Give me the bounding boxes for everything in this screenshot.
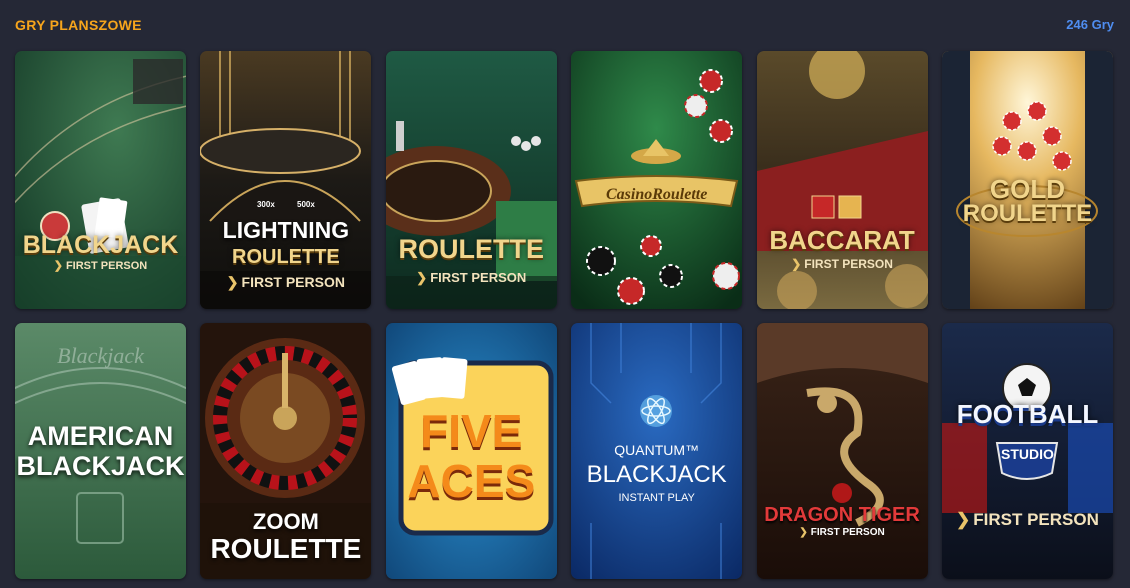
game-tile-dragon-tiger-first-person[interactable]: DRAGON TIGER ❯ FIRST PERSON: [756, 323, 928, 579]
lightning-roulette-artwork: [200, 51, 372, 309]
section-header: GRY PLANSZOWE 246 Gry: [0, 0, 1130, 50]
game-tile-gold-roulette[interactable]: GOLD ROULETTE: [941, 51, 1113, 309]
game-subtitle: ❯ FIRST PERSON: [799, 527, 885, 538]
game-subtitle: ❯ FIRST PERSON: [791, 257, 893, 271]
section-title: GRY PLANSZOWE: [15, 17, 142, 33]
game-tile-roulette-first-person[interactable]: ROULETTE ❯ FIRST PERSON: [385, 51, 557, 309]
game-subtitle: INSTANT PLAY: [618, 492, 695, 504]
game-title-line2: ACES: [407, 455, 536, 507]
game-subtitle: ❯ FIRST PERSON: [956, 510, 1099, 529]
game-tile-five-aces[interactable]: FIVE ACES: [385, 323, 557, 579]
game-title-line2: ROULETTE: [232, 246, 340, 268]
game-title: CasinoRoulette: [605, 186, 708, 203]
first-person-logo-icon: ❯: [791, 257, 802, 271]
game-tile-american-blackjack[interactable]: Blackjack AMERICAN BLACKJACK: [15, 323, 186, 579]
game-title-line2: ROULETTE: [962, 200, 1093, 227]
game-title-line1: GOLD: [989, 174, 1065, 204]
multiplier-badge-left: 300x: [256, 200, 275, 209]
multiplier-badges: 300x 500x: [200, 201, 371, 209]
multiplier-badge-right: 500x: [297, 200, 315, 209]
game-subtitle: ❯ FIRST PERSON: [226, 274, 345, 290]
table-felt-text: Blackjack: [57, 343, 144, 368]
first-person-logo-icon: ❯: [956, 510, 971, 529]
games-grid: BLACKJACK ❯ FIRST PERSON 300x 500x LIGHTN…: [15, 51, 1113, 579]
game-title-line1: QUANTUM™: [614, 442, 700, 458]
game-title-line2: ROULETTE: [210, 533, 362, 564]
first-person-logo-icon: ❯: [226, 274, 239, 290]
first-person-logo-icon: ❯: [416, 270, 428, 285]
game-subtitle: ❯ FIRST PERSON: [53, 260, 148, 272]
first-person-logo-icon: ❯: [53, 260, 63, 272]
first-person-logo-icon: ❯: [799, 527, 808, 538]
game-title-line1: LIGHTNING: [222, 217, 350, 243]
game-tile-blackjack-first-person[interactable]: BLACKJACK ❯ FIRST PERSON: [15, 51, 186, 309]
game-title: BLACKJACK: [22, 231, 179, 259]
game-title-line2: BLACKJACK: [16, 451, 185, 481]
game-title-line1: FOOTBALL: [956, 399, 1099, 429]
game-title-line1: AMERICAN: [27, 421, 174, 451]
casino-roulette-artwork: [571, 51, 743, 309]
game-tile-lightning-roulette-first-person[interactable]: 300x 500x LIGHTNING ROULETTE ❯ FIRST PERS…: [200, 51, 372, 309]
game-tile-baccarat-first-person[interactable]: BACCARAT ❯ FIRST PERSON: [756, 51, 928, 309]
dragon-tiger-artwork: [756, 323, 928, 579]
game-title-line1: ZOOM: [252, 509, 319, 534]
game-title-line2: BLACKJACK: [586, 461, 727, 488]
game-title: ROULETTE: [398, 234, 545, 264]
game-title-line2: STUDIO: [1001, 446, 1054, 462]
game-tile-football-studio-first-person[interactable]: FOOTBALL STUDIO ❯ FIRST PERSON: [941, 323, 1113, 579]
game-tile-casino-roulette[interactable]: CasinoRoulette: [571, 51, 743, 309]
game-subtitle: ❯ FIRST PERSON: [416, 270, 527, 285]
game-title-line1: FIVE: [420, 405, 523, 457]
game-title: BACCARAT: [769, 225, 915, 255]
game-tile-quantum-blackjack[interactable]: QUANTUM™ BLACKJACK INSTANT PLAY: [571, 323, 743, 579]
games-count-link[interactable]: 246 Gry: [1066, 17, 1114, 32]
game-title: DRAGON TIGER: [764, 504, 920, 526]
game-tile-zoom-roulette[interactable]: ZOOM ROULETTE: [200, 323, 372, 579]
